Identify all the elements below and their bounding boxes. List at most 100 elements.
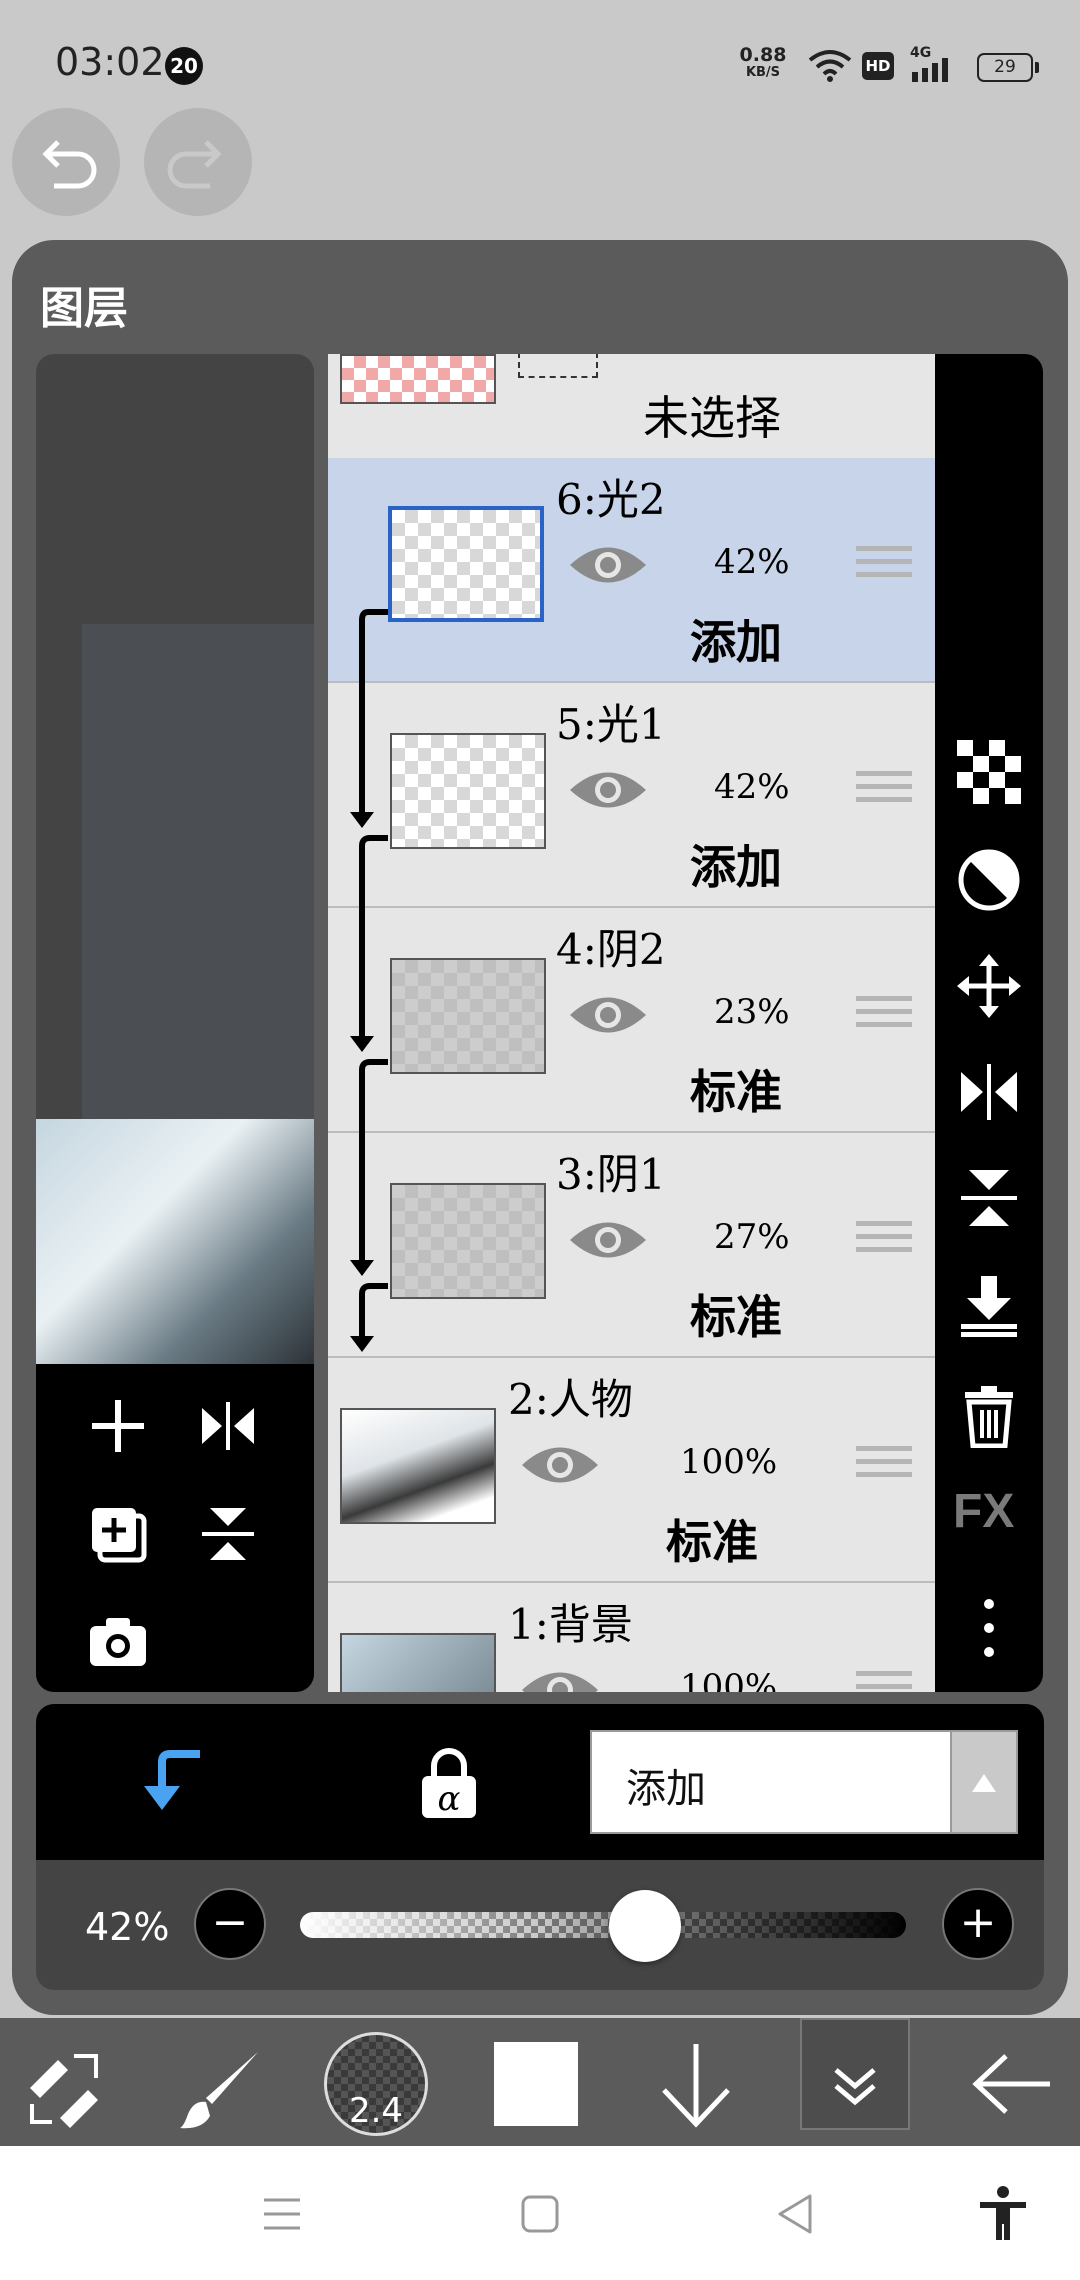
layer-list[interactable]: 未选择 6:光2 42% 添加 5:光1 42% 添加 4:阴2 23% 标准 … xyxy=(328,354,935,1692)
visibility-eye-icon[interactable] xyxy=(568,765,648,815)
brush-size-value: 2.4 xyxy=(348,2091,404,2131)
panel-title: 图层 xyxy=(40,283,128,334)
system-nav-bar xyxy=(0,2146,1080,2280)
layer-name: 6:光2 xyxy=(556,475,666,524)
layer-opacity: 23% xyxy=(714,992,790,1032)
undo-button[interactable] xyxy=(12,108,120,216)
double-chevron-down-icon xyxy=(834,2068,876,2106)
left-tools xyxy=(36,1364,314,1692)
layer-opacity: 42% xyxy=(714,767,790,807)
blend-mode-value: 添加 xyxy=(626,1766,706,1812)
drag-handle-icon[interactable] xyxy=(856,1446,912,1490)
invert-icon[interactable] xyxy=(957,848,1021,912)
layer-top-unselected[interactable]: 未选择 xyxy=(328,354,935,464)
visibility-eye-icon[interactable] xyxy=(568,540,648,590)
layer-row[interactable]: 5:光1 42% 添加 xyxy=(328,683,935,908)
signal-icon xyxy=(912,58,948,82)
camera-icon[interactable] xyxy=(86,1612,150,1672)
layer-thumbnail xyxy=(390,958,546,1074)
brush-size-button[interactable]: 2.4 xyxy=(324,2032,428,2136)
menu-icon[interactable] xyxy=(262,2196,302,2232)
brush-tool-icon[interactable] xyxy=(178,2046,264,2132)
drag-handle-icon[interactable] xyxy=(856,546,912,590)
fx-icon[interactable]: FX xyxy=(953,1484,1014,1539)
main-toolbar: 2.4 xyxy=(0,2018,1080,2146)
clipping-arrows xyxy=(350,609,388,1352)
undo-icon xyxy=(42,140,97,189)
svg-text:α: α xyxy=(438,1779,461,1819)
selection-marquee-icon xyxy=(518,354,598,378)
hd-badge: HD xyxy=(862,52,894,80)
visibility-eye-icon[interactable] xyxy=(520,1440,600,1490)
layer-blend-mode: 添加 xyxy=(690,615,782,669)
redo-icon xyxy=(167,140,222,189)
no-selection-label: 未选择 xyxy=(643,391,781,445)
back-arrow-icon[interactable] xyxy=(970,2052,1054,2116)
layer-thumbnail xyxy=(390,733,546,849)
visibility-eye-icon[interactable] xyxy=(520,1665,600,1692)
flip-horizontal-icon[interactable] xyxy=(196,1394,260,1458)
canvas-shadow-area xyxy=(82,624,314,1119)
transform-tool-icon[interactable] xyxy=(24,2048,104,2128)
opacity-decrease-button[interactable]: − xyxy=(194,1888,266,1960)
visibility-eye-icon[interactable] xyxy=(568,990,648,1040)
dropdown-arrow-icon[interactable] xyxy=(950,1732,1016,1832)
more-icon[interactable] xyxy=(957,1596,1021,1660)
layer-thumbnail xyxy=(388,506,544,622)
drag-handle-icon[interactable] xyxy=(856,996,912,1040)
checker-icon[interactable] xyxy=(957,740,1021,804)
drag-handle-icon[interactable] xyxy=(856,1671,912,1692)
network-speed: 0.88 KB/S xyxy=(738,46,788,82)
trash-icon[interactable] xyxy=(957,1384,1021,1448)
layer-name: 3:阴1 xyxy=(556,1150,666,1199)
accessibility-icon[interactable] xyxy=(978,2186,1028,2242)
layer-name: 2:人物 xyxy=(508,1375,633,1424)
opacity-slider-knob[interactable] xyxy=(608,1890,681,1962)
layer-blend-mode: 标准 xyxy=(666,1515,758,1569)
layer-opacity: 27% xyxy=(714,1217,790,1257)
add-layer-icon[interactable] xyxy=(86,1394,150,1458)
layer-name: 4:阴2 xyxy=(556,925,666,974)
color-swatch[interactable] xyxy=(494,2042,578,2126)
notification-badge: 20 xyxy=(165,47,203,85)
blend-mode-select[interactable]: 添加 xyxy=(590,1730,1018,1834)
layer-blend-mode: 标准 xyxy=(690,1290,782,1344)
layer-opacity: 100% xyxy=(680,1442,778,1482)
canvas-thumbnail[interactable] xyxy=(36,1119,314,1364)
visibility-eye-icon[interactable] xyxy=(568,1215,648,1265)
layer-opacity: 42% xyxy=(714,542,790,582)
layer-thumbnail xyxy=(390,1183,546,1299)
drag-handle-icon[interactable] xyxy=(856,1221,912,1265)
opacity-slider-track[interactable] xyxy=(300,1912,906,1938)
home-icon[interactable] xyxy=(520,2194,560,2234)
redo-button[interactable] xyxy=(144,108,252,216)
layer-row[interactable]: 1:背景 100% xyxy=(328,1583,935,1692)
opacity-increase-button[interactable]: + xyxy=(942,1888,1014,1960)
drag-handle-icon[interactable] xyxy=(856,771,912,815)
back-icon[interactable] xyxy=(774,2192,814,2236)
layer-tools-column: FX xyxy=(935,354,1043,1692)
network-speed-value: 0.88 xyxy=(739,44,787,66)
layer-name: 1:背景 xyxy=(508,1600,633,1649)
layer-name: 5:光1 xyxy=(556,700,666,749)
layer-blend-mode: 标准 xyxy=(690,1065,782,1119)
lock-alpha-icon[interactable]: α xyxy=(416,1748,482,1822)
move-icon[interactable] xyxy=(957,954,1021,1018)
clock: 03:02 xyxy=(55,40,165,84)
merge-down-icon[interactable] xyxy=(957,1274,1021,1338)
clipping-arrow-icon[interactable] xyxy=(140,1748,206,1814)
flip-vertical-icon[interactable] xyxy=(957,1166,1021,1230)
collapse-panel-button[interactable] xyxy=(800,2018,910,2130)
network-speed-unit: KB/S xyxy=(745,65,781,80)
layer-row[interactable]: 3:阴1 27% 标准 xyxy=(328,1133,935,1358)
duplicate-layer-icon[interactable] xyxy=(86,1502,150,1566)
down-arrow-icon[interactable] xyxy=(656,2040,736,2130)
layer-opacity: 100% xyxy=(680,1667,778,1692)
layer-row[interactable]: 4:阴2 23% 标准 xyxy=(328,908,935,1133)
layer-row[interactable]: 6:光2 42% 添加 xyxy=(328,458,935,683)
battery-indicator: 29 xyxy=(977,53,1039,82)
layer-row[interactable]: 2:人物 100% 标准 xyxy=(328,1358,935,1583)
flip-vertical-icon[interactable] xyxy=(196,1502,260,1566)
flip-horizontal-icon[interactable] xyxy=(957,1060,1021,1124)
opacity-label: 42% xyxy=(85,1905,170,1949)
